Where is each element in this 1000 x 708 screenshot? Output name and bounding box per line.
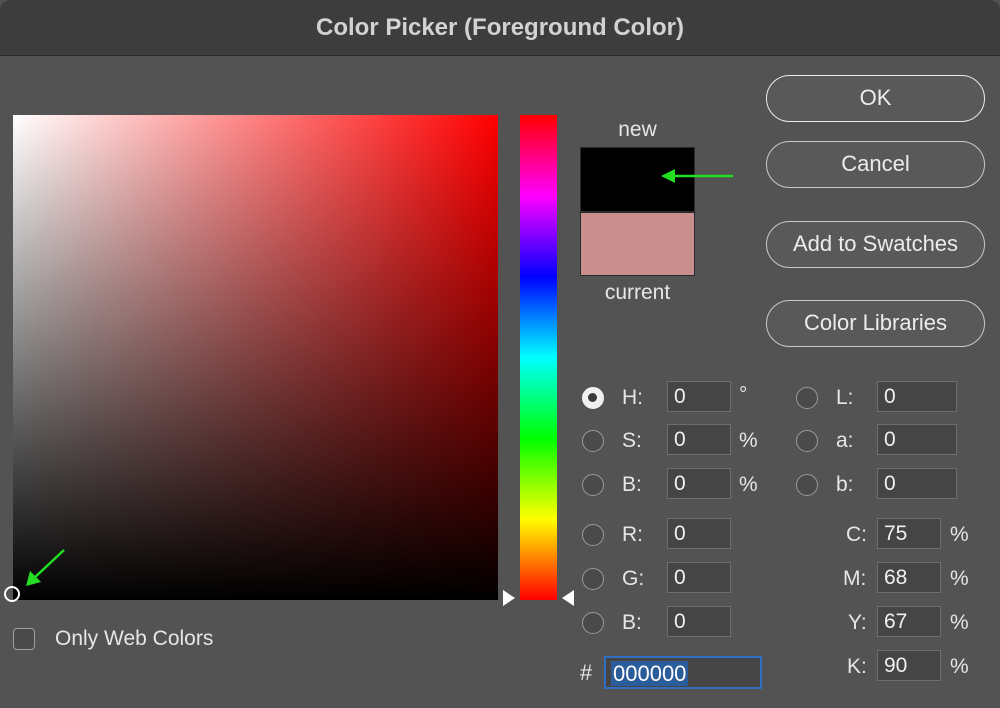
annotation-arrow-field	[26, 549, 65, 586]
label-s: S:	[622, 429, 642, 452]
input-lab-b[interactable]: 0	[877, 468, 957, 499]
input-g[interactable]: 0	[667, 562, 731, 593]
input-blue[interactable]: 0	[667, 606, 731, 637]
label-g: G:	[622, 567, 645, 590]
current-color-swatch[interactable]	[580, 212, 695, 276]
hue-slider[interactable]	[520, 115, 557, 600]
label-c: C:	[846, 523, 867, 546]
radio-lab-b[interactable]	[796, 474, 818, 496]
unit-k: %	[950, 655, 969, 678]
label-r: R:	[622, 523, 643, 546]
unit-m: %	[950, 567, 969, 590]
ok-button[interactable]: OK	[766, 75, 985, 122]
color-field[interactable]	[13, 115, 498, 600]
input-l[interactable]: 0	[877, 381, 957, 412]
current-label: current	[604, 281, 671, 304]
input-a[interactable]: 0	[877, 424, 957, 455]
input-y[interactable]: 67	[877, 606, 941, 637]
label-lab-b: b:	[836, 473, 854, 496]
only-web-colors-label: Only Web Colors	[55, 627, 214, 650]
radio-h[interactable]	[582, 387, 604, 409]
add-to-swatches-button[interactable]: Add to Swatches	[766, 221, 985, 268]
unit-brightness: %	[739, 473, 758, 496]
radio-a[interactable]	[796, 430, 818, 452]
input-brightness[interactable]: 0	[667, 468, 731, 499]
only-web-colors-checkbox[interactable]	[13, 628, 35, 650]
radio-blue[interactable]	[582, 612, 604, 634]
input-k[interactable]: 90	[877, 650, 941, 681]
radio-r[interactable]	[582, 524, 604, 546]
hex-input[interactable]: 000000	[604, 656, 762, 689]
unit-c: %	[950, 523, 969, 546]
input-s[interactable]: 0	[667, 424, 731, 455]
color-field-marker[interactable]	[4, 586, 20, 602]
hex-value: 000000	[611, 661, 689, 686]
unit-y: %	[950, 611, 969, 634]
hex-sign: #	[580, 660, 593, 685]
color-libraries-button[interactable]: Color Libraries	[766, 300, 985, 347]
label-brightness: B:	[622, 473, 642, 496]
label-m: M:	[843, 567, 867, 590]
label-a: a:	[836, 429, 854, 452]
label-l: L:	[836, 386, 854, 409]
hue-slider-handle-left[interactable]	[503, 590, 515, 606]
label-k: K:	[847, 655, 867, 678]
label-y: Y:	[848, 611, 867, 634]
cancel-button[interactable]: Cancel	[766, 141, 985, 188]
input-r[interactable]: 0	[667, 518, 731, 549]
new-label: new	[618, 118, 657, 141]
radio-l[interactable]	[796, 387, 818, 409]
label-h: H:	[622, 386, 643, 409]
input-m[interactable]: 68	[877, 562, 941, 593]
label-blue: B:	[622, 611, 642, 634]
radio-g[interactable]	[582, 568, 604, 590]
unit-s: %	[739, 429, 758, 452]
input-h[interactable]: 0	[667, 381, 731, 412]
radio-brightness[interactable]	[582, 474, 604, 496]
input-c[interactable]: 75	[877, 518, 941, 549]
unit-h: °	[739, 383, 748, 406]
hue-slider-handle-right[interactable]	[562, 590, 574, 606]
annotation-arrow-new	[661, 169, 733, 183]
window-title: Color Picker (Foreground Color)	[315, 14, 684, 41]
radio-s[interactable]	[582, 430, 604, 452]
